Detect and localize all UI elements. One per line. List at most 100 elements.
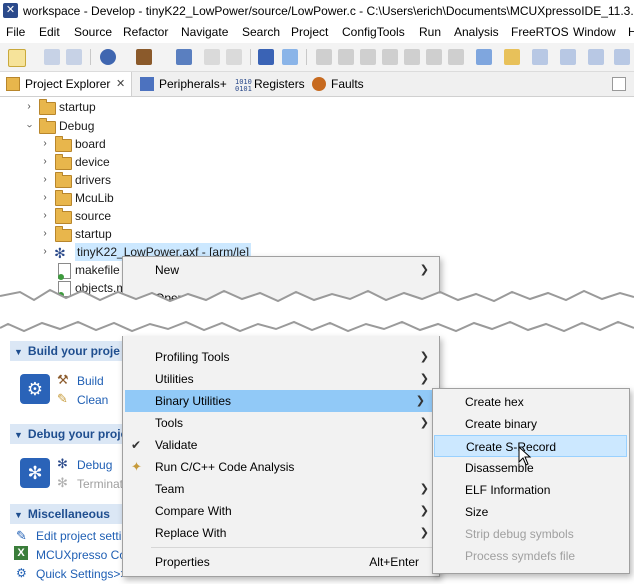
section-debug[interactable]: ▼ Debug your proje xyxy=(10,424,122,444)
tree-item-debug[interactable]: › Debug xyxy=(0,117,300,135)
chevron-right-icon[interactable]: › xyxy=(40,225,50,243)
submenu-item-size[interactable]: Size xyxy=(433,501,629,523)
menu-item-label: Create binary xyxy=(465,417,538,431)
submenu-item-elf-information[interactable]: ELF Information xyxy=(433,479,629,501)
menu-item-run-code-analysis[interactable]: ✦ Run C/C++ Code Analysis xyxy=(123,456,439,478)
menu-source[interactable]: Source xyxy=(74,25,112,39)
menu-item-replace-with[interactable]: Replace With ❯ xyxy=(123,522,439,544)
chevron-right-icon[interactable]: › xyxy=(40,153,50,171)
submenu-item-create-binary[interactable]: Create binary xyxy=(433,413,629,435)
menu-run[interactable]: Run xyxy=(419,25,441,39)
suspend-icon[interactable] xyxy=(338,49,354,65)
menu-help[interactable]: H xyxy=(628,25,634,39)
menu-search[interactable]: Search xyxy=(242,25,280,39)
save-all-icon[interactable] xyxy=(66,49,82,65)
menu-item-validate[interactable]: ✔ Validate xyxy=(123,434,439,456)
redo-icon[interactable] xyxy=(226,49,242,65)
menu-edit[interactable]: Edit xyxy=(39,25,60,39)
menu-window[interactable]: Window xyxy=(573,25,616,39)
menu-item-profiling-tools[interactable]: Profiling Tools ❯ xyxy=(123,346,439,368)
context-menu: Profiling Tools ❯ Utilities ❯ Binary Uti… xyxy=(122,336,440,577)
build-hammer-icon[interactable] xyxy=(136,49,152,65)
collapse-icon: ▼ xyxy=(14,347,23,357)
tab-faults[interactable]: Faults xyxy=(312,72,364,96)
menu-item-label: Validate xyxy=(155,438,198,452)
submenu-item-process-symdefs[interactable]: Process symdefs file xyxy=(433,545,629,567)
debug-link[interactable]: Debug xyxy=(77,458,112,472)
link-icon[interactable] xyxy=(614,49,630,65)
chevron-down-icon[interactable]: › xyxy=(20,121,38,131)
tree-item-drivers[interactable]: › drivers xyxy=(0,171,300,189)
step-over-icon[interactable] xyxy=(426,49,442,65)
window-title: workspace - Develop - tinyK22_LowPower/s… xyxy=(23,4,634,18)
chevron-right-icon[interactable]: › xyxy=(24,98,34,116)
settings-gear-icon[interactable] xyxy=(100,49,116,65)
resume-icon[interactable] xyxy=(316,49,332,65)
chevron-right-icon[interactable]: › xyxy=(40,171,50,189)
menu-project[interactable]: Project xyxy=(291,25,328,39)
terminate-icon[interactable] xyxy=(360,49,376,65)
submenu-item-create-hex[interactable]: Create hex xyxy=(433,391,629,413)
chevron-right-icon[interactable]: › xyxy=(40,207,50,225)
menu-item-compare-with[interactable]: Compare With ❯ xyxy=(123,500,439,522)
probe-icon[interactable] xyxy=(588,49,604,65)
menu-item-label: Properties xyxy=(155,555,210,569)
menu-item-team[interactable]: Team ❯ xyxy=(123,478,439,500)
tab-project-explorer[interactable]: Project Explorer ✕ xyxy=(0,72,132,96)
menu-item-label: Create S-Record xyxy=(466,440,557,454)
tree-item-startup[interactable]: › startup xyxy=(0,225,300,243)
menu-item-properties[interactable]: Properties Alt+Enter xyxy=(123,551,439,573)
step-return-icon[interactable] xyxy=(448,49,464,65)
section-miscellaneous[interactable]: ▼ Miscellaneous xyxy=(10,504,122,524)
menu-item-new[interactable]: New ❯ xyxy=(123,259,439,281)
tree-item-board[interactable]: › board xyxy=(0,135,300,153)
chevron-right-icon[interactable]: › xyxy=(40,243,50,261)
menu-item-label: Tools xyxy=(155,416,184,430)
folder-icon xyxy=(55,226,72,242)
edit-project-settings-link[interactable]: Edit project setti xyxy=(36,529,121,543)
menu-navigate[interactable]: Navigate xyxy=(181,25,228,39)
tree-item-device[interactable]: › device xyxy=(0,153,300,171)
menu-freertos[interactable]: FreeRTOS xyxy=(511,25,569,39)
menu-configtools[interactable]: ConfigTools xyxy=(342,25,405,39)
section-build[interactable]: ▼ Build your proje xyxy=(10,341,122,361)
disconnect-icon[interactable] xyxy=(382,49,398,65)
menu-refactor[interactable]: Refactor xyxy=(123,25,168,39)
tree-item-mculib[interactable]: › McuLib xyxy=(0,189,300,207)
new-icon[interactable] xyxy=(8,49,26,67)
menu-analysis[interactable]: Analysis xyxy=(454,25,499,39)
close-icon[interactable]: ✕ xyxy=(116,72,125,96)
tab-registers[interactable]: 1010 0101 Registers xyxy=(235,72,305,96)
tab-peripherals[interactable]: Peripherals+ xyxy=(140,72,227,96)
faults-icon xyxy=(312,77,326,91)
submenu-item-strip-debug-symbols[interactable]: Strip debug symbols xyxy=(433,523,629,545)
minimize-view-icon[interactable] xyxy=(612,77,626,91)
debug-config-icon[interactable] xyxy=(176,49,192,65)
mcuxpresso-config-link[interactable]: MCUXpresso Co xyxy=(36,548,126,562)
menu-item-binary-utilities[interactable]: Binary Utilities ❯ xyxy=(125,390,433,412)
tree-item-startup-top[interactable]: › startup xyxy=(0,98,300,116)
chevron-right-icon[interactable]: › xyxy=(40,135,50,153)
tree-item-source[interactable]: › source xyxy=(0,207,300,225)
chevron-right-icon[interactable]: › xyxy=(40,189,50,207)
tree-item-makefile[interactable]: makefile xyxy=(0,261,130,280)
menu-item-utilities[interactable]: Utilities ❯ xyxy=(123,368,439,390)
mcuxpresso-config-icon: X xyxy=(14,546,28,560)
menu-file[interactable]: File xyxy=(6,25,25,39)
terminate-link[interactable]: Terminat xyxy=(77,477,123,491)
step-into-icon[interactable] xyxy=(404,49,420,65)
folder-icon xyxy=(55,208,72,224)
menu-item-tools[interactable]: Tools ❯ xyxy=(123,412,439,434)
build-link[interactable]: Build xyxy=(77,374,104,388)
instruction-step-icon[interactable] xyxy=(476,49,492,65)
chevron-right-icon: ❯ xyxy=(419,417,429,429)
chip-icon[interactable] xyxy=(282,49,298,65)
gui-flash-icon[interactable] xyxy=(560,49,576,65)
broom-icon[interactable] xyxy=(504,49,520,65)
flash-icon[interactable] xyxy=(532,49,548,65)
undo-icon[interactable] xyxy=(204,49,220,65)
terminal-icon[interactable] xyxy=(258,49,274,65)
quick-settings-link[interactable]: Quick Settings>> xyxy=(36,567,127,581)
save-icon[interactable] xyxy=(44,49,60,65)
clean-link[interactable]: Clean xyxy=(77,393,108,407)
